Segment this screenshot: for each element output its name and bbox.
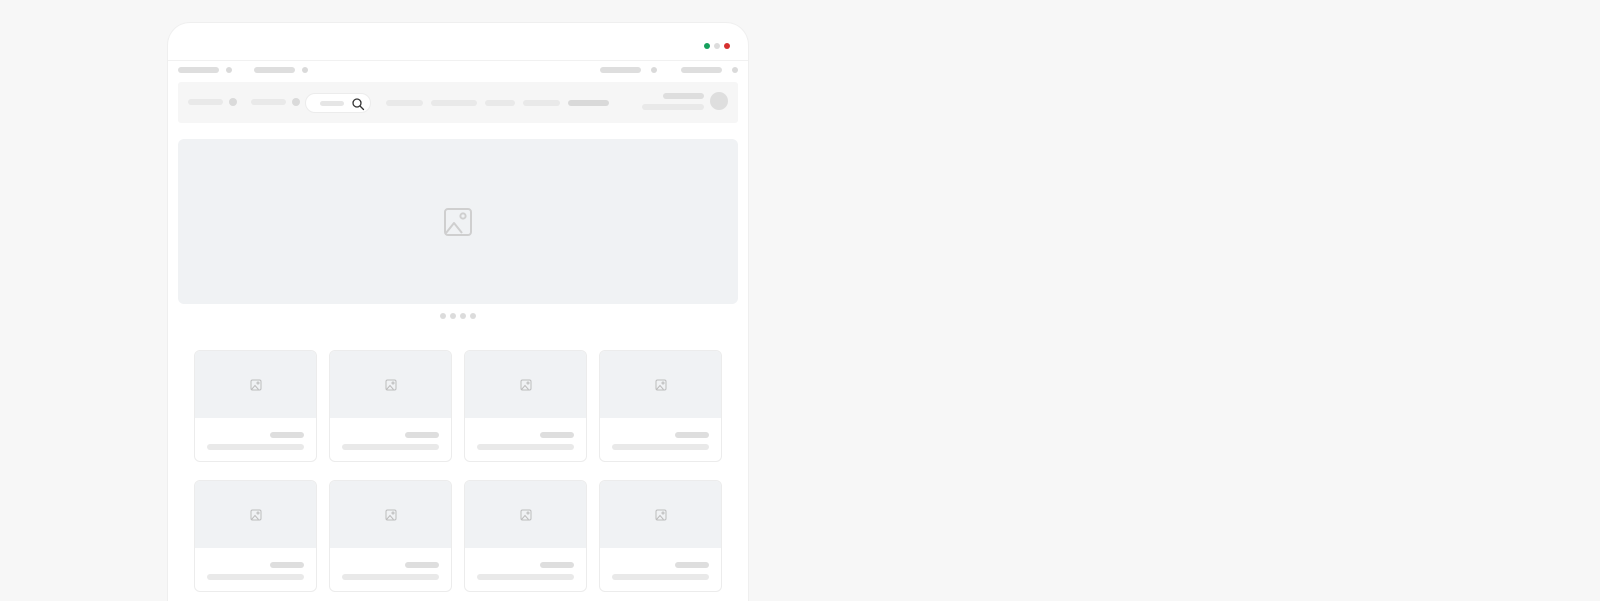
product-subtitle — [477, 444, 574, 450]
product-thumbnail[interactable] — [330, 481, 451, 548]
image-icon — [385, 379, 397, 391]
image-icon — [250, 379, 262, 391]
window-control-red[interactable] — [724, 43, 730, 49]
main-navbar — [178, 82, 738, 123]
nav-link[interactable] — [485, 100, 515, 106]
product-title — [540, 432, 574, 438]
product-subtitle — [612, 574, 709, 580]
nav-links — [386, 100, 609, 106]
carousel-indicators — [168, 313, 748, 319]
product-subtitle — [207, 574, 304, 580]
product-thumbnail[interactable] — [465, 351, 586, 418]
image-icon — [520, 509, 532, 521]
product-title — [270, 562, 304, 568]
utility-dropdown-icon[interactable] — [302, 67, 308, 73]
image-icon — [250, 509, 262, 521]
hero-banner[interactable] — [178, 139, 738, 304]
product-thumbnail[interactable] — [330, 351, 451, 418]
product-thumbnail[interactable] — [195, 351, 316, 418]
product-grid — [194, 350, 722, 592]
product-subtitle — [342, 574, 439, 580]
utility-dropdown-icon[interactable] — [732, 67, 738, 73]
carousel-dot[interactable] — [470, 313, 476, 319]
image-icon — [655, 509, 667, 521]
product-title — [675, 562, 709, 568]
avatar[interactable] — [710, 92, 728, 110]
account-text — [642, 92, 704, 110]
search-input[interactable] — [320, 101, 344, 106]
carousel-dot[interactable] — [450, 313, 456, 319]
window-control-green[interactable] — [704, 43, 710, 49]
utility-bar — [178, 66, 738, 74]
window-divider — [168, 60, 748, 61]
nav-left-group — [188, 98, 300, 106]
product-thumbnail[interactable] — [600, 481, 721, 548]
utility-link[interactable] — [600, 67, 641, 73]
search-icon[interactable] — [351, 97, 365, 111]
utility-left — [178, 67, 308, 73]
carousel-dot[interactable] — [440, 313, 446, 319]
utility-right — [600, 67, 738, 73]
image-icon — [520, 379, 532, 391]
product-thumbnail[interactable] — [465, 481, 586, 548]
nav-menu-dot-icon[interactable] — [292, 98, 300, 106]
product-title — [270, 432, 304, 438]
product-card[interactable] — [194, 350, 317, 462]
account-name — [663, 92, 704, 99]
utility-link[interactable] — [681, 67, 722, 73]
window-controls — [704, 43, 730, 49]
nav-menu-dot-icon[interactable] — [229, 98, 237, 106]
product-card[interactable] — [464, 350, 587, 462]
image-icon — [444, 208, 472, 236]
utility-dropdown-icon[interactable] — [651, 67, 657, 73]
carousel-dot[interactable] — [460, 313, 466, 319]
account-area[interactable] — [642, 92, 728, 110]
account-subtitle — [642, 103, 704, 110]
nav-link-active[interactable] — [568, 100, 609, 106]
product-title — [405, 562, 439, 568]
nav-menu-link[interactable] — [188, 99, 223, 105]
search-box[interactable] — [305, 93, 371, 113]
nav-link[interactable] — [386, 100, 423, 106]
utility-link[interactable] — [254, 67, 295, 73]
window-control-gray[interactable] — [714, 43, 720, 49]
browser-window — [168, 23, 748, 601]
product-card[interactable] — [464, 480, 587, 592]
nav-link[interactable] — [431, 100, 477, 106]
product-subtitle — [342, 444, 439, 450]
nav-link[interactable] — [523, 100, 560, 106]
product-subtitle — [612, 444, 709, 450]
product-thumbnail[interactable] — [195, 481, 316, 548]
product-subtitle — [207, 444, 304, 450]
image-icon — [655, 379, 667, 391]
nav-menu-link[interactable] — [251, 99, 286, 105]
product-title — [540, 562, 574, 568]
product-card[interactable] — [329, 480, 452, 592]
utility-dropdown-icon[interactable] — [226, 67, 232, 73]
image-icon — [385, 509, 397, 521]
product-title — [675, 432, 709, 438]
product-title — [405, 432, 439, 438]
product-thumbnail[interactable] — [600, 351, 721, 418]
product-card[interactable] — [599, 480, 722, 592]
product-card[interactable] — [194, 480, 317, 592]
product-card[interactable] — [599, 350, 722, 462]
utility-link[interactable] — [178, 67, 219, 73]
product-card[interactable] — [329, 350, 452, 462]
product-subtitle — [477, 574, 574, 580]
